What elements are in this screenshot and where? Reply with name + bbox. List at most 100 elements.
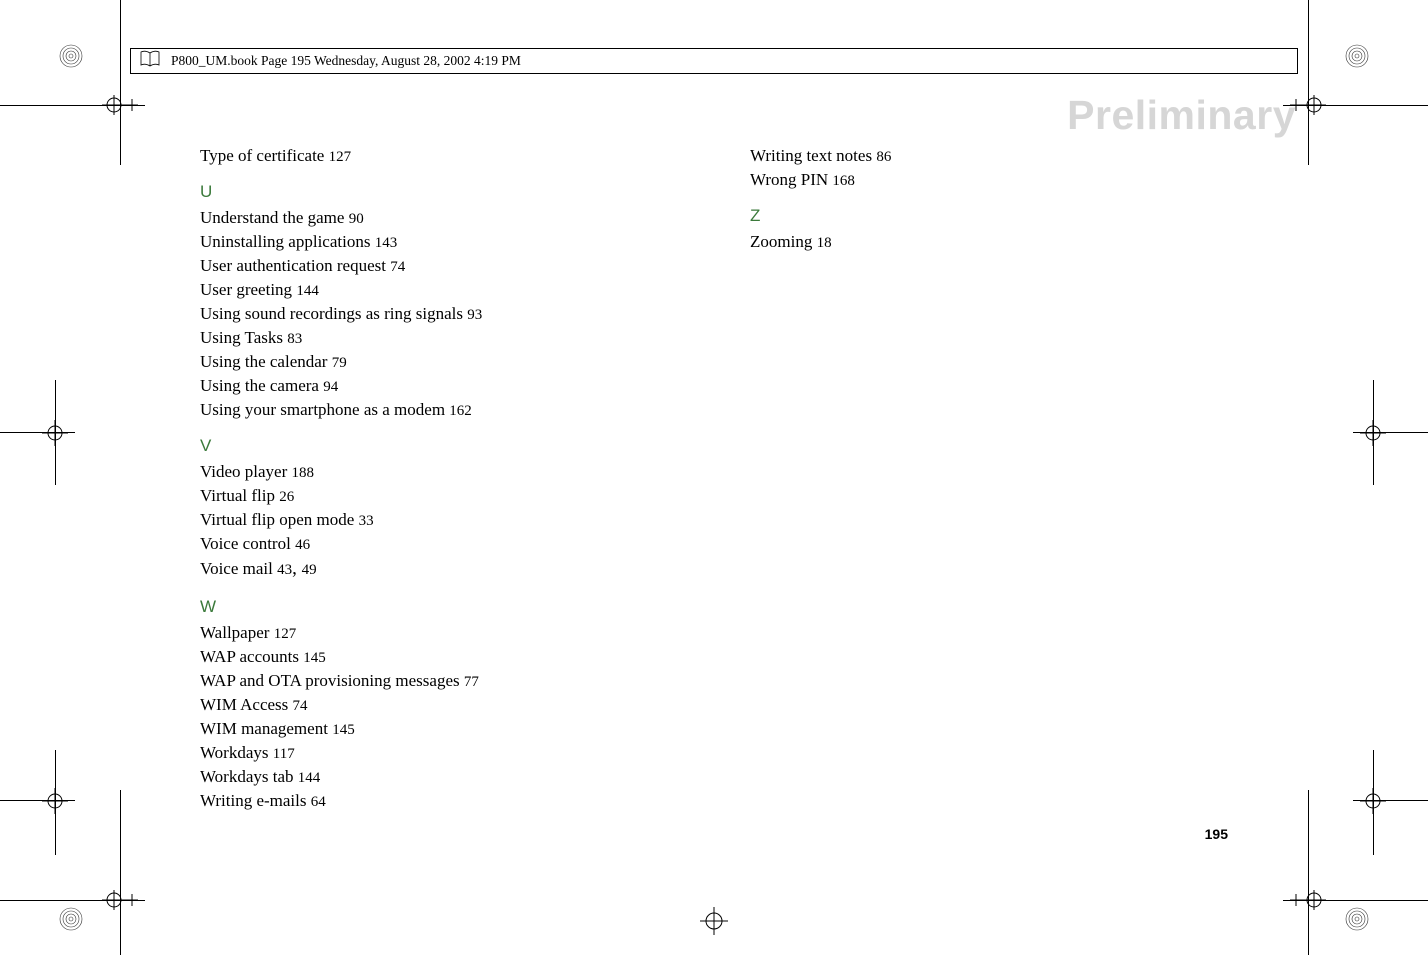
entry-text: Using the camera: [200, 376, 319, 395]
index-entry: Using the calendar 79: [200, 350, 600, 374]
entry-page: 94: [323, 379, 338, 395]
index-entry: WAP accounts 145: [200, 645, 600, 669]
entry-text: Video player: [200, 462, 287, 481]
entry-text: Type of certificate: [200, 146, 324, 165]
section-letter: Z: [750, 206, 1150, 226]
index-entry: Voice control 46: [200, 532, 600, 556]
crop-line: [1373, 750, 1374, 855]
entry-page: 77: [464, 674, 479, 690]
index-entry: Understand the game 90: [200, 206, 600, 230]
crosshair-icon: [700, 907, 728, 935]
section-letter: W: [200, 597, 600, 617]
entry-page: 86: [876, 149, 891, 165]
index-entry: Type of certificate 127: [200, 144, 600, 168]
entry-text: Zooming: [750, 232, 812, 251]
entry-page: 168: [832, 173, 855, 189]
entry-page: 145: [303, 650, 326, 666]
entry-page: 83: [287, 331, 302, 347]
entry-text: Workdays: [200, 743, 269, 762]
document-header: P800_UM.book Page 195 Wednesday, August …: [130, 48, 1298, 74]
entry-text: User authentication request: [200, 256, 386, 275]
index-entry: Writing e-mails 64: [200, 789, 600, 813]
entry-page: 143: [375, 235, 398, 251]
entry-page: 145: [332, 722, 355, 738]
index-entry: WIM Access 74: [200, 693, 600, 717]
entry-text: Writing text notes: [750, 146, 872, 165]
watermark: Preliminary: [1067, 92, 1296, 139]
index-entry: Wallpaper 127: [200, 621, 600, 645]
entry-page: 144: [298, 770, 321, 786]
index-entry: Virtual flip open mode 33: [200, 508, 600, 532]
crosshair-icon: [1288, 888, 1328, 912]
crop-line: [0, 800, 75, 801]
registration-mark-icon: [1341, 40, 1373, 72]
entry-page: 64: [311, 794, 326, 810]
entry-page: 18: [817, 235, 832, 251]
index-entry: Virtual flip 26: [200, 484, 600, 508]
entry-page: 49: [302, 562, 317, 578]
entry-page: 26: [279, 489, 294, 505]
entry-page: 162: [449, 403, 472, 419]
index-entry: Using the camera 94: [200, 374, 600, 398]
entry-page: 188: [292, 465, 315, 481]
index-entry: Wrong PIN 168: [750, 168, 1150, 192]
page-number: 195: [1205, 826, 1228, 842]
entry-page: 43: [277, 562, 292, 578]
entry-text: WAP and OTA provisioning messages: [200, 671, 460, 690]
entry-text: Wallpaper: [200, 623, 269, 642]
entry-page: 127: [329, 149, 352, 165]
index-content: Type of certificate 127 U Understand the…: [200, 138, 1200, 813]
entry-text: Using your smartphone as a modem: [200, 400, 445, 419]
entry-page: 144: [296, 283, 319, 299]
registration-mark-icon: [55, 40, 87, 72]
entry-text: WAP accounts: [200, 647, 299, 666]
crop-line: [1308, 0, 1309, 165]
book-icon: [139, 50, 161, 73]
entry-text: User greeting: [200, 280, 292, 299]
entry-text: Writing e-mails: [200, 791, 306, 810]
entry-text: Voice mail: [200, 559, 273, 578]
index-entry: Using sound recordings as ring signals 9…: [200, 302, 600, 326]
entry-text: Voice control: [200, 534, 291, 553]
entry-page: 33: [359, 513, 374, 529]
entry-page: 79: [332, 355, 347, 371]
crosshair-icon: [1360, 788, 1386, 814]
entry-text: Uninstalling applications: [200, 232, 370, 251]
crop-line: [1308, 790, 1309, 955]
index-entry: WIM management 145: [200, 717, 600, 741]
crop-line: [1353, 800, 1428, 801]
entry-text: Virtual flip open mode: [200, 510, 354, 529]
entry-text: WIM Access: [200, 695, 288, 714]
index-entry: Workdays tab 144: [200, 765, 600, 789]
index-entry: Using your smartphone as a modem 162: [200, 398, 600, 422]
crosshair-icon: [100, 93, 140, 117]
entry-page: 90: [349, 211, 364, 227]
index-entry: WAP and OTA provisioning messages 77: [200, 669, 600, 693]
entry-text: Wrong PIN: [750, 170, 828, 189]
entry-text: Using Tasks: [200, 328, 283, 347]
entry-text: Virtual flip: [200, 486, 275, 505]
registration-mark-icon: [1341, 903, 1373, 935]
section-letter: V: [200, 436, 600, 456]
crop-line: [55, 750, 56, 855]
index-entry: Uninstalling applications 143: [200, 230, 600, 254]
header-filename: P800_UM.book Page 195 Wednesday, August …: [171, 53, 521, 69]
entry-text: Using the calendar: [200, 352, 327, 371]
index-entry: User greeting 144: [200, 278, 600, 302]
crosshair-icon: [100, 888, 140, 912]
entry-page: 46: [295, 537, 310, 553]
index-entry: Voice mail 43, 49: [200, 556, 600, 583]
crosshair-icon: [42, 420, 68, 446]
crosshair-icon: [1360, 420, 1386, 446]
right-column: Writing text notes 86 Wrong PIN 168 Z Zo…: [750, 138, 1150, 813]
entry-text: Using sound recordings as ring signals: [200, 304, 463, 323]
entry-page: 127: [274, 626, 297, 642]
crop-line: [120, 0, 121, 165]
entry-page: 93: [467, 307, 482, 323]
entry-text: Workdays tab: [200, 767, 294, 786]
crop-line: [120, 790, 121, 955]
index-entry: User authentication request 74: [200, 254, 600, 278]
index-entry: Writing text notes 86: [750, 144, 1150, 168]
entry-text: WIM management: [200, 719, 328, 738]
section-letter: U: [200, 182, 600, 202]
